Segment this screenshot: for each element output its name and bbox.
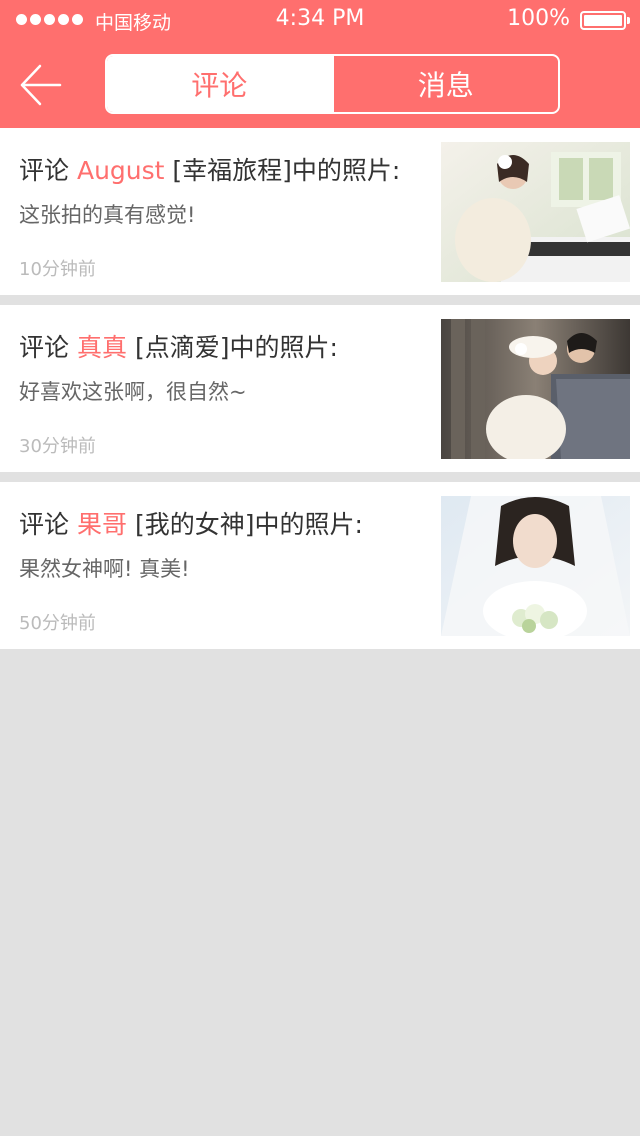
status-bar: 中国移动 4:34 PM 100% [0, 0, 640, 40]
comment-prefix: 评论 [19, 333, 70, 362]
comment-user[interactable]: August [77, 156, 165, 185]
divider [0, 295, 640, 305]
album-title: [我的女神]中的照片: [134, 510, 363, 539]
comment-user[interactable]: 果哥 [77, 510, 127, 539]
tab-switcher: 评论 消息 [105, 54, 560, 114]
back-button[interactable] [18, 62, 64, 108]
photo-thumbnail[interactable] [441, 496, 630, 636]
comment-time: 30分钟前 [19, 436, 96, 457]
album-title: [点滴爱]中的照片: [134, 333, 338, 362]
comment-text: 果然女神啊! 真美! [19, 557, 190, 581]
comment-item[interactable]: 评论 果哥 [我的女神]中的照片: 果然女神啊! 真美! 50分钟前 [0, 482, 640, 649]
divider [0, 472, 640, 482]
comment-text: 好喜欢这张啊，很自然~ [19, 380, 247, 404]
comment-time: 10分钟前 [19, 259, 96, 280]
album-title: [幸福旅程]中的照片: [172, 156, 401, 185]
comment-prefix: 评论 [19, 510, 70, 539]
comment-item[interactable]: 评论 真真 [点滴爱]中的照片: 好喜欢这张啊，很自然~ 30分钟前 [0, 305, 640, 472]
comment-title: 评论 果哥 [我的女神]中的照片: [19, 505, 363, 541]
comment-text: 这张拍的真有感觉! [19, 203, 196, 227]
comment-user[interactable]: 真真 [77, 333, 127, 362]
comment-title: 评论 真真 [点滴爱]中的照片: [19, 328, 338, 364]
back-arrow-icon [20, 64, 62, 106]
tab-comments[interactable]: 评论 [107, 56, 332, 112]
comment-title: 评论 August [幸福旅程]中的照片: [19, 151, 400, 187]
tab-messages[interactable]: 消息 [331, 56, 559, 112]
photo-thumbnail[interactable] [441, 142, 630, 282]
photo-thumbnail[interactable] [441, 319, 630, 459]
header-bar: 中国移动 4:34 PM 100% 评论 消息 [0, 0, 640, 128]
comment-prefix: 评论 [19, 156, 70, 185]
comment-item[interactable]: 评论 August [幸福旅程]中的照片: 这张拍的真有感觉! 10分钟前 [0, 128, 640, 295]
battery-percent: 100% [507, 6, 570, 31]
comment-time: 50分钟前 [19, 613, 96, 634]
battery-icon [580, 11, 630, 30]
comment-list: 评论 August [幸福旅程]中的照片: 这张拍的真有感觉! 10分钟前 评论… [0, 128, 640, 649]
